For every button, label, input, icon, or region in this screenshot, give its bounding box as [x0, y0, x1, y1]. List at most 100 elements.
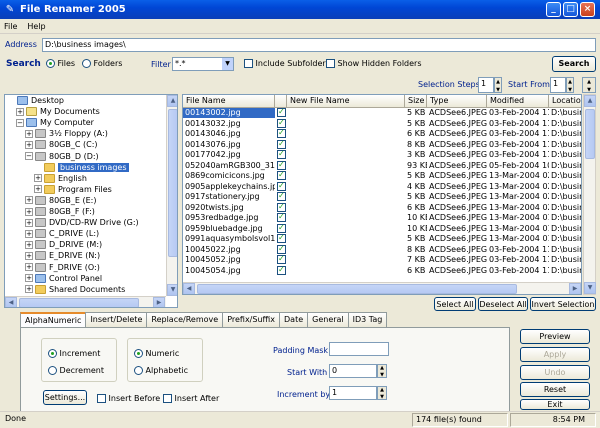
table-row[interactable]: 0991aquasymbolsvol1.jp 5 KBACDSee6.JPEG13…	[183, 234, 581, 244]
tree-hscrollbar[interactable]: ◀ ▶	[5, 296, 166, 307]
scroll-left-icon[interactable]: ◀	[5, 297, 17, 307]
start-from-spinner[interactable]: ▲ ▼	[566, 77, 574, 93]
table-row[interactable]: 10045054.jpg 6 KBACDSee6.JPEG03-Feb-2004 …	[183, 265, 581, 276]
tab-insert-delete[interactable]: Insert/Delete	[85, 312, 148, 327]
start-from-input[interactable]: 1	[550, 77, 566, 93]
tree-node[interactable]: + DVD/CD-RW Drive (G:)	[25, 218, 139, 228]
select-all-button[interactable]: Select All	[434, 297, 476, 311]
expand-icon[interactable]: +	[16, 107, 24, 116]
maximize-button[interactable]: □	[563, 2, 578, 17]
row-checkbox[interactable]	[275, 213, 287, 223]
files-radio[interactable]: Files	[46, 59, 75, 68]
table-row[interactable]: 00143046.jpg 6 KBACDSee6.JPEG03-Feb-2004 …	[183, 129, 581, 139]
menu-file[interactable]: File	[4, 22, 17, 31]
tab-prefix-suffix[interactable]: Prefix/Suffix	[222, 312, 280, 327]
tree-node[interactable]: + English	[34, 173, 87, 184]
col-header-file-name[interactable]: File Name	[183, 95, 275, 108]
row-checkbox[interactable]	[275, 202, 287, 213]
tab-date[interactable]: Date	[279, 312, 309, 327]
selection-steps-input[interactable]: 1	[478, 77, 494, 93]
tree-node[interactable]: +80GB_C (C:)	[25, 140, 98, 150]
row-checkbox[interactable]	[275, 223, 287, 234]
scroll-right-icon[interactable]: ▶	[153, 297, 165, 307]
grid-hscrollbar[interactable]: ◀ ▶	[183, 282, 581, 294]
expand-icon[interactable]: +	[25, 263, 33, 271]
preview-button[interactable]: Preview	[520, 329, 590, 344]
table-row[interactable]: 10045022.jpg 8 KBACDSee6.JPEG03-Feb-2004 …	[183, 244, 581, 255]
row-checkbox[interactable]	[275, 171, 287, 181]
start-with-input[interactable]: 0	[329, 364, 377, 378]
tab-replace-remove[interactable]: Replace/Remove	[146, 312, 224, 327]
insert-after-checkbox[interactable]: Insert After	[163, 394, 219, 403]
scroll-up-icon[interactable]: ▲	[584, 95, 596, 107]
undo-button[interactable]: Undo	[520, 365, 590, 380]
grid-vscrollbar[interactable]: ▲ ▼	[583, 94, 596, 295]
grid-hscroll-thumb[interactable]	[197, 284, 517, 294]
tree-node[interactable]: +3½ Floppy (A:)	[25, 129, 108, 139]
expand-icon[interactable]: +	[25, 140, 33, 149]
scroll-down-icon[interactable]: ▼	[167, 284, 177, 296]
filter-select[interactable]: *.* ▼	[172, 57, 234, 71]
expand-icon[interactable]: +	[34, 185, 42, 194]
numeric-radio[interactable]: Numeric	[134, 349, 179, 358]
table-row[interactable]: 0917stationery.jpg 5 KBACDSee6.JPEG13-Mar…	[183, 192, 581, 202]
expand-icon[interactable]: +	[25, 218, 33, 227]
tree-hscroll-thumb[interactable]	[19, 298, 139, 307]
include-subfolder-checkbox[interactable]: Include Subfolder	[244, 59, 326, 68]
tree-node[interactable]: − 80GB_D (D:)	[25, 151, 99, 162]
table-row[interactable]: 0905applekeychains.jpg 4 KBACDSee6.JPEG13…	[183, 181, 581, 192]
expand-icon[interactable]: +	[25, 240, 33, 249]
scroll-right-icon[interactable]: ▶	[569, 283, 581, 294]
table-row[interactable]: 00143076.jpg 8 KBACDSee6.JPEG03-Feb-2004 …	[183, 139, 581, 150]
settings-button[interactable]: Settings...	[43, 390, 87, 405]
expand-icon[interactable]: +	[25, 207, 33, 216]
tree-node[interactable]: +80GB_E (E:)	[25, 195, 96, 206]
grid-scroll-thumb[interactable]	[585, 109, 595, 159]
folders-radio[interactable]: Folders	[82, 59, 122, 68]
padding-mask-input[interactable]	[329, 342, 389, 356]
tree-node[interactable]: + F_DRIVE (O:)	[25, 262, 100, 273]
table-row[interactable]: 0953redbadge.jpg 10 KBACDSee6.JPEG13-Mar-…	[183, 213, 581, 223]
chevron-down-icon[interactable]: ▼	[222, 58, 233, 70]
expand-icon[interactable]: +	[25, 229, 33, 238]
expand-icon[interactable]: +	[25, 251, 33, 260]
show-hidden-checkbox[interactable]: Show Hidden Folders	[326, 59, 422, 68]
expand-icon[interactable]: +	[25, 285, 33, 294]
tab-id3-tag[interactable]: ID3 Tag	[347, 312, 388, 327]
scroll-left-icon[interactable]: ◀	[183, 283, 195, 294]
col-header-location[interactable]: Location	[549, 95, 581, 108]
collapse-icon[interactable]: −	[25, 152, 33, 160]
col-header-check[interactable]	[275, 95, 287, 108]
scroll-up-icon[interactable]: ▲	[167, 95, 177, 107]
expand-icon[interactable]: +	[25, 196, 33, 205]
apply-button[interactable]: Apply	[520, 347, 590, 362]
minimize-button[interactable]: _	[546, 2, 561, 17]
table-row[interactable]: 00143032.jpg 5 KBACDSee6.JPEG03-Feb-2004 …	[183, 118, 581, 129]
row-checkbox[interactable]	[275, 118, 287, 129]
alphabetic-radio[interactable]: Alphabetic	[134, 366, 188, 375]
tree-node[interactable]: + Program Files	[34, 184, 112, 195]
increment-by-input[interactable]: 1	[329, 386, 377, 400]
expand-icon[interactable]: +	[34, 174, 42, 183]
table-row[interactable]: 0959bluebadge.jpg 10 KBACDSee6.JPEG13-Mar…	[183, 223, 581, 234]
reset-button[interactable]: Reset	[520, 382, 590, 397]
decrement-radio[interactable]: Decrement	[48, 366, 104, 375]
deselect-all-button[interactable]: Deselect All	[478, 297, 528, 311]
invert-selection-button[interactable]: Invert Selection	[530, 297, 596, 311]
tree-node[interactable]: business images	[34, 162, 129, 173]
row-checkbox[interactable]	[275, 244, 287, 255]
start-with-spinner[interactable]: ▲ ▼	[377, 364, 387, 378]
col-header-type[interactable]: Type	[427, 95, 487, 108]
tree-node[interactable]: + Shared Documents	[25, 284, 125, 295]
tree-node[interactable]: + E_DRIVE (N:)	[25, 251, 100, 261]
tree-node[interactable]: − My Computer	[16, 118, 94, 128]
table-row[interactable]: 10045052.jpg 7 KBACDSee6.JPEG03-Feb-2004 …	[183, 255, 581, 265]
row-checkbox[interactable]	[275, 139, 287, 150]
tab-general[interactable]: General	[307, 312, 349, 327]
col-header-size[interactable]: Size	[405, 95, 427, 108]
tree-scroll-thumb[interactable]	[168, 109, 177, 257]
row-checkbox[interactable]	[275, 265, 287, 276]
row-checkbox[interactable]	[275, 181, 287, 192]
row-checkbox[interactable]	[275, 234, 287, 244]
row-checkbox[interactable]	[275, 160, 287, 171]
